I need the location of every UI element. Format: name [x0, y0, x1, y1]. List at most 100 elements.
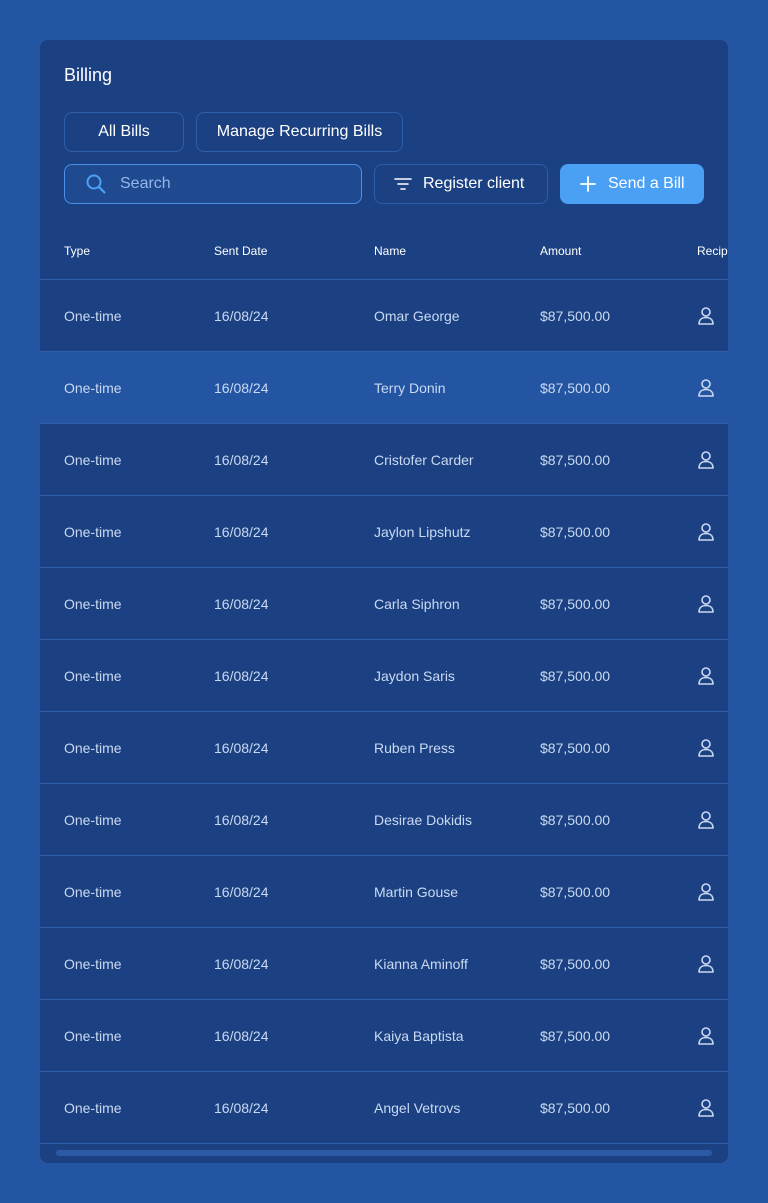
cell-recipient: [697, 568, 715, 639]
horizontal-scrollbar[interactable]: [56, 1150, 712, 1156]
table-row[interactable]: One-time 16/08/24 Cristofer Carder $87,500.…: [40, 424, 728, 496]
cell-name: Angel Vetrovs: [374, 1100, 461, 1116]
cell-type: One-time: [64, 1100, 122, 1116]
cell-amount: $87,500.00: [540, 884, 611, 900]
cell-name: Martin Gouse: [374, 884, 459, 900]
cell-recipient: [697, 1072, 715, 1143]
cell-type: One-time: [64, 1028, 122, 1044]
cell-amount: $87,500.00: [540, 308, 611, 324]
cell-recipient: [697, 352, 715, 423]
table-row[interactable]: One-time 16/08/24 Angel Vetrovs $87,500.00: [40, 1072, 728, 1144]
tab-manage-recurring-bills[interactable]: Manage Recurring Bills: [196, 112, 403, 152]
user-icon[interactable]: [697, 522, 715, 542]
cell-name: Jaylon Lipshutz: [374, 524, 471, 540]
user-icon[interactable]: [697, 1098, 715, 1118]
cell-name: Desirae Dokidis: [374, 812, 473, 828]
column-header-amount[interactable]: Amount: [540, 231, 581, 279]
cell-sent-date: 16/08/24: [214, 740, 269, 756]
register-client-label: Register client: [423, 175, 525, 192]
table-row[interactable]: One-time 16/08/24 Terry Donin $87,500.00: [40, 352, 728, 424]
cell-amount: $87,500.00: [540, 524, 611, 540]
user-icon[interactable]: [697, 954, 715, 974]
cell-recipient: [697, 280, 715, 351]
table-header: Type Sent Date Name Amount Recipient: [40, 231, 728, 280]
cell-sent-date: 16/08/24: [214, 308, 269, 324]
cell-recipient: [697, 784, 715, 855]
cell-type: One-time: [64, 884, 122, 900]
cell-type: One-time: [64, 524, 122, 540]
cell-recipient: [697, 712, 715, 783]
search-input[interactable]: [120, 175, 340, 193]
cell-sent-date: 16/08/24: [214, 452, 269, 468]
tab-all-bills[interactable]: All Bills: [64, 112, 184, 152]
cell-recipient: [697, 928, 715, 999]
user-icon[interactable]: [697, 1026, 715, 1046]
cell-sent-date: 16/08/24: [214, 884, 269, 900]
column-header-name[interactable]: Name: [374, 231, 406, 279]
table-row[interactable]: One-time 16/08/24 Omar George $87,500.00: [40, 280, 728, 352]
cell-amount: $87,500.00: [540, 668, 611, 684]
table-row[interactable]: One-time 16/08/24 Carla Siphron $87,500.00: [40, 568, 728, 640]
user-icon[interactable]: [697, 810, 715, 830]
user-icon[interactable]: [697, 882, 715, 902]
table-row[interactable]: One-time 16/08/24 Kaiya Baptista $87,500.00: [40, 1000, 728, 1072]
table-row[interactable]: One-time 16/08/24 Jaydon Saris $87,500.00: [40, 640, 728, 712]
send-bill-label: Send a Bill: [608, 175, 685, 192]
cell-amount: $87,500.00: [540, 956, 611, 972]
user-icon[interactable]: [697, 450, 715, 470]
search-box[interactable]: [64, 164, 362, 204]
column-header-type[interactable]: Type: [64, 231, 90, 279]
cell-name: Cristofer Carder: [374, 452, 474, 468]
cell-name: Terry Donin: [374, 380, 446, 396]
table-row[interactable]: One-time 16/08/24 Desirae Dokidis $87,500.0…: [40, 784, 728, 856]
page-title: Billing: [64, 65, 113, 85]
cell-sent-date: 16/08/24: [214, 956, 269, 972]
user-icon[interactable]: [697, 666, 715, 686]
cell-sent-date: 16/08/24: [214, 812, 269, 828]
column-header-sent-date[interactable]: Sent Date: [214, 231, 267, 279]
user-icon[interactable]: [697, 738, 715, 758]
cell-name: Jaydon Saris: [374, 668, 455, 684]
cell-type: One-time: [64, 308, 122, 324]
table-body: One-time 16/08/24 Omar George $87,500.00 One…: [40, 280, 728, 1144]
cell-sent-date: 16/08/24: [214, 1100, 269, 1116]
cell-recipient: [697, 496, 715, 567]
cell-recipient: [697, 856, 715, 927]
cell-amount: $87,500.00: [540, 380, 611, 396]
user-icon[interactable]: [697, 594, 715, 614]
bills-table: Type Sent Date Name Amount Recipient One…: [40, 231, 728, 1144]
cell-sent-date: 16/08/24: [214, 1028, 269, 1044]
table-row[interactable]: One-time 16/08/24 Kianna Aminoff $87,500.00: [40, 928, 728, 1000]
register-client-button[interactable]: Register client: [374, 164, 548, 204]
table-row[interactable]: One-time 16/08/24 Martin Gouse $87,500.00: [40, 856, 728, 928]
table-row[interactable]: One-time 16/08/24 Ruben Press $87,500.00: [40, 712, 728, 784]
cell-type: One-time: [64, 740, 122, 756]
cell-type: One-time: [64, 596, 122, 612]
cell-sent-date: 16/08/24: [214, 524, 269, 540]
cell-name: Ruben Press: [374, 740, 455, 756]
search-icon: [85, 173, 107, 195]
cell-recipient: [697, 1000, 715, 1071]
cell-type: One-time: [64, 668, 122, 684]
cell-name: Kaiya Baptista: [374, 1028, 464, 1044]
table-row[interactable]: One-time 16/08/24 Jaylon Lipshutz $87,500.0…: [40, 496, 728, 568]
send-bill-button[interactable]: Send a Bill: [560, 164, 704, 204]
plus-icon: [579, 175, 597, 193]
cell-type: One-time: [64, 956, 122, 972]
cell-amount: $87,500.00: [540, 1028, 611, 1044]
cell-sent-date: 16/08/24: [214, 668, 269, 684]
cell-sent-date: 16/08/24: [214, 596, 269, 612]
cell-sent-date: 16/08/24: [214, 380, 269, 396]
cell-amount: $87,500.00: [540, 812, 611, 828]
user-icon[interactable]: [697, 306, 715, 326]
column-header-recipient[interactable]: Recipient: [697, 231, 728, 279]
user-icon[interactable]: [697, 378, 715, 398]
filter-icon: [393, 174, 413, 194]
billing-card: Billing All Bills Manage Recurring Bills…: [40, 40, 728, 1163]
cell-amount: $87,500.00: [540, 452, 611, 468]
cell-name: Carla Siphron: [374, 596, 460, 612]
cell-amount: $87,500.00: [540, 740, 611, 756]
cell-name: Omar George: [374, 308, 460, 324]
cell-recipient: [697, 424, 715, 495]
cell-name: Kianna Aminoff: [374, 956, 468, 972]
